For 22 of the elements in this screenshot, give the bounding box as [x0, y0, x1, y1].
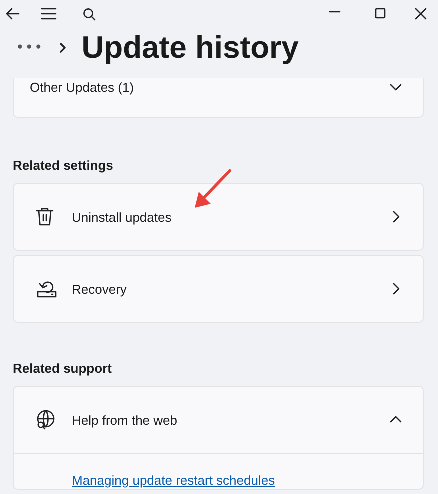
page-title: Update history — [82, 30, 299, 66]
row-label: Uninstall updates — [72, 210, 173, 224]
close-icon[interactable] — [415, 8, 427, 20]
help-link[interactable]: Managing update restart schedules — [72, 473, 276, 488]
row-label: Recovery — [72, 282, 128, 296]
recovery-icon — [36, 279, 58, 299]
section-heading: Related support — [13, 361, 113, 376]
maximize-icon[interactable] — [375, 8, 387, 20]
update-group-card[interactable]: Other Updates (1) — [13, 78, 424, 118]
settings-row[interactable]: Recovery — [13, 255, 424, 323]
support-header[interactable]: Help from the web — [14, 387, 423, 453]
chevron-right-icon — [58, 42, 68, 54]
search-icon[interactable] — [82, 8, 96, 20]
breadcrumb-overflow[interactable]: ••• — [16, 40, 44, 56]
back-icon[interactable] — [6, 8, 20, 20]
group-label: Other Updates (1) — [30, 80, 136, 95]
trash-icon — [36, 207, 54, 227]
section-heading: Related settings — [13, 158, 114, 173]
settings-row[interactable]: Uninstall updates — [13, 183, 424, 251]
row-label: Help from the web — [72, 412, 178, 428]
globe-search-icon — [36, 410, 56, 430]
menu-icon[interactable] — [41, 8, 57, 20]
